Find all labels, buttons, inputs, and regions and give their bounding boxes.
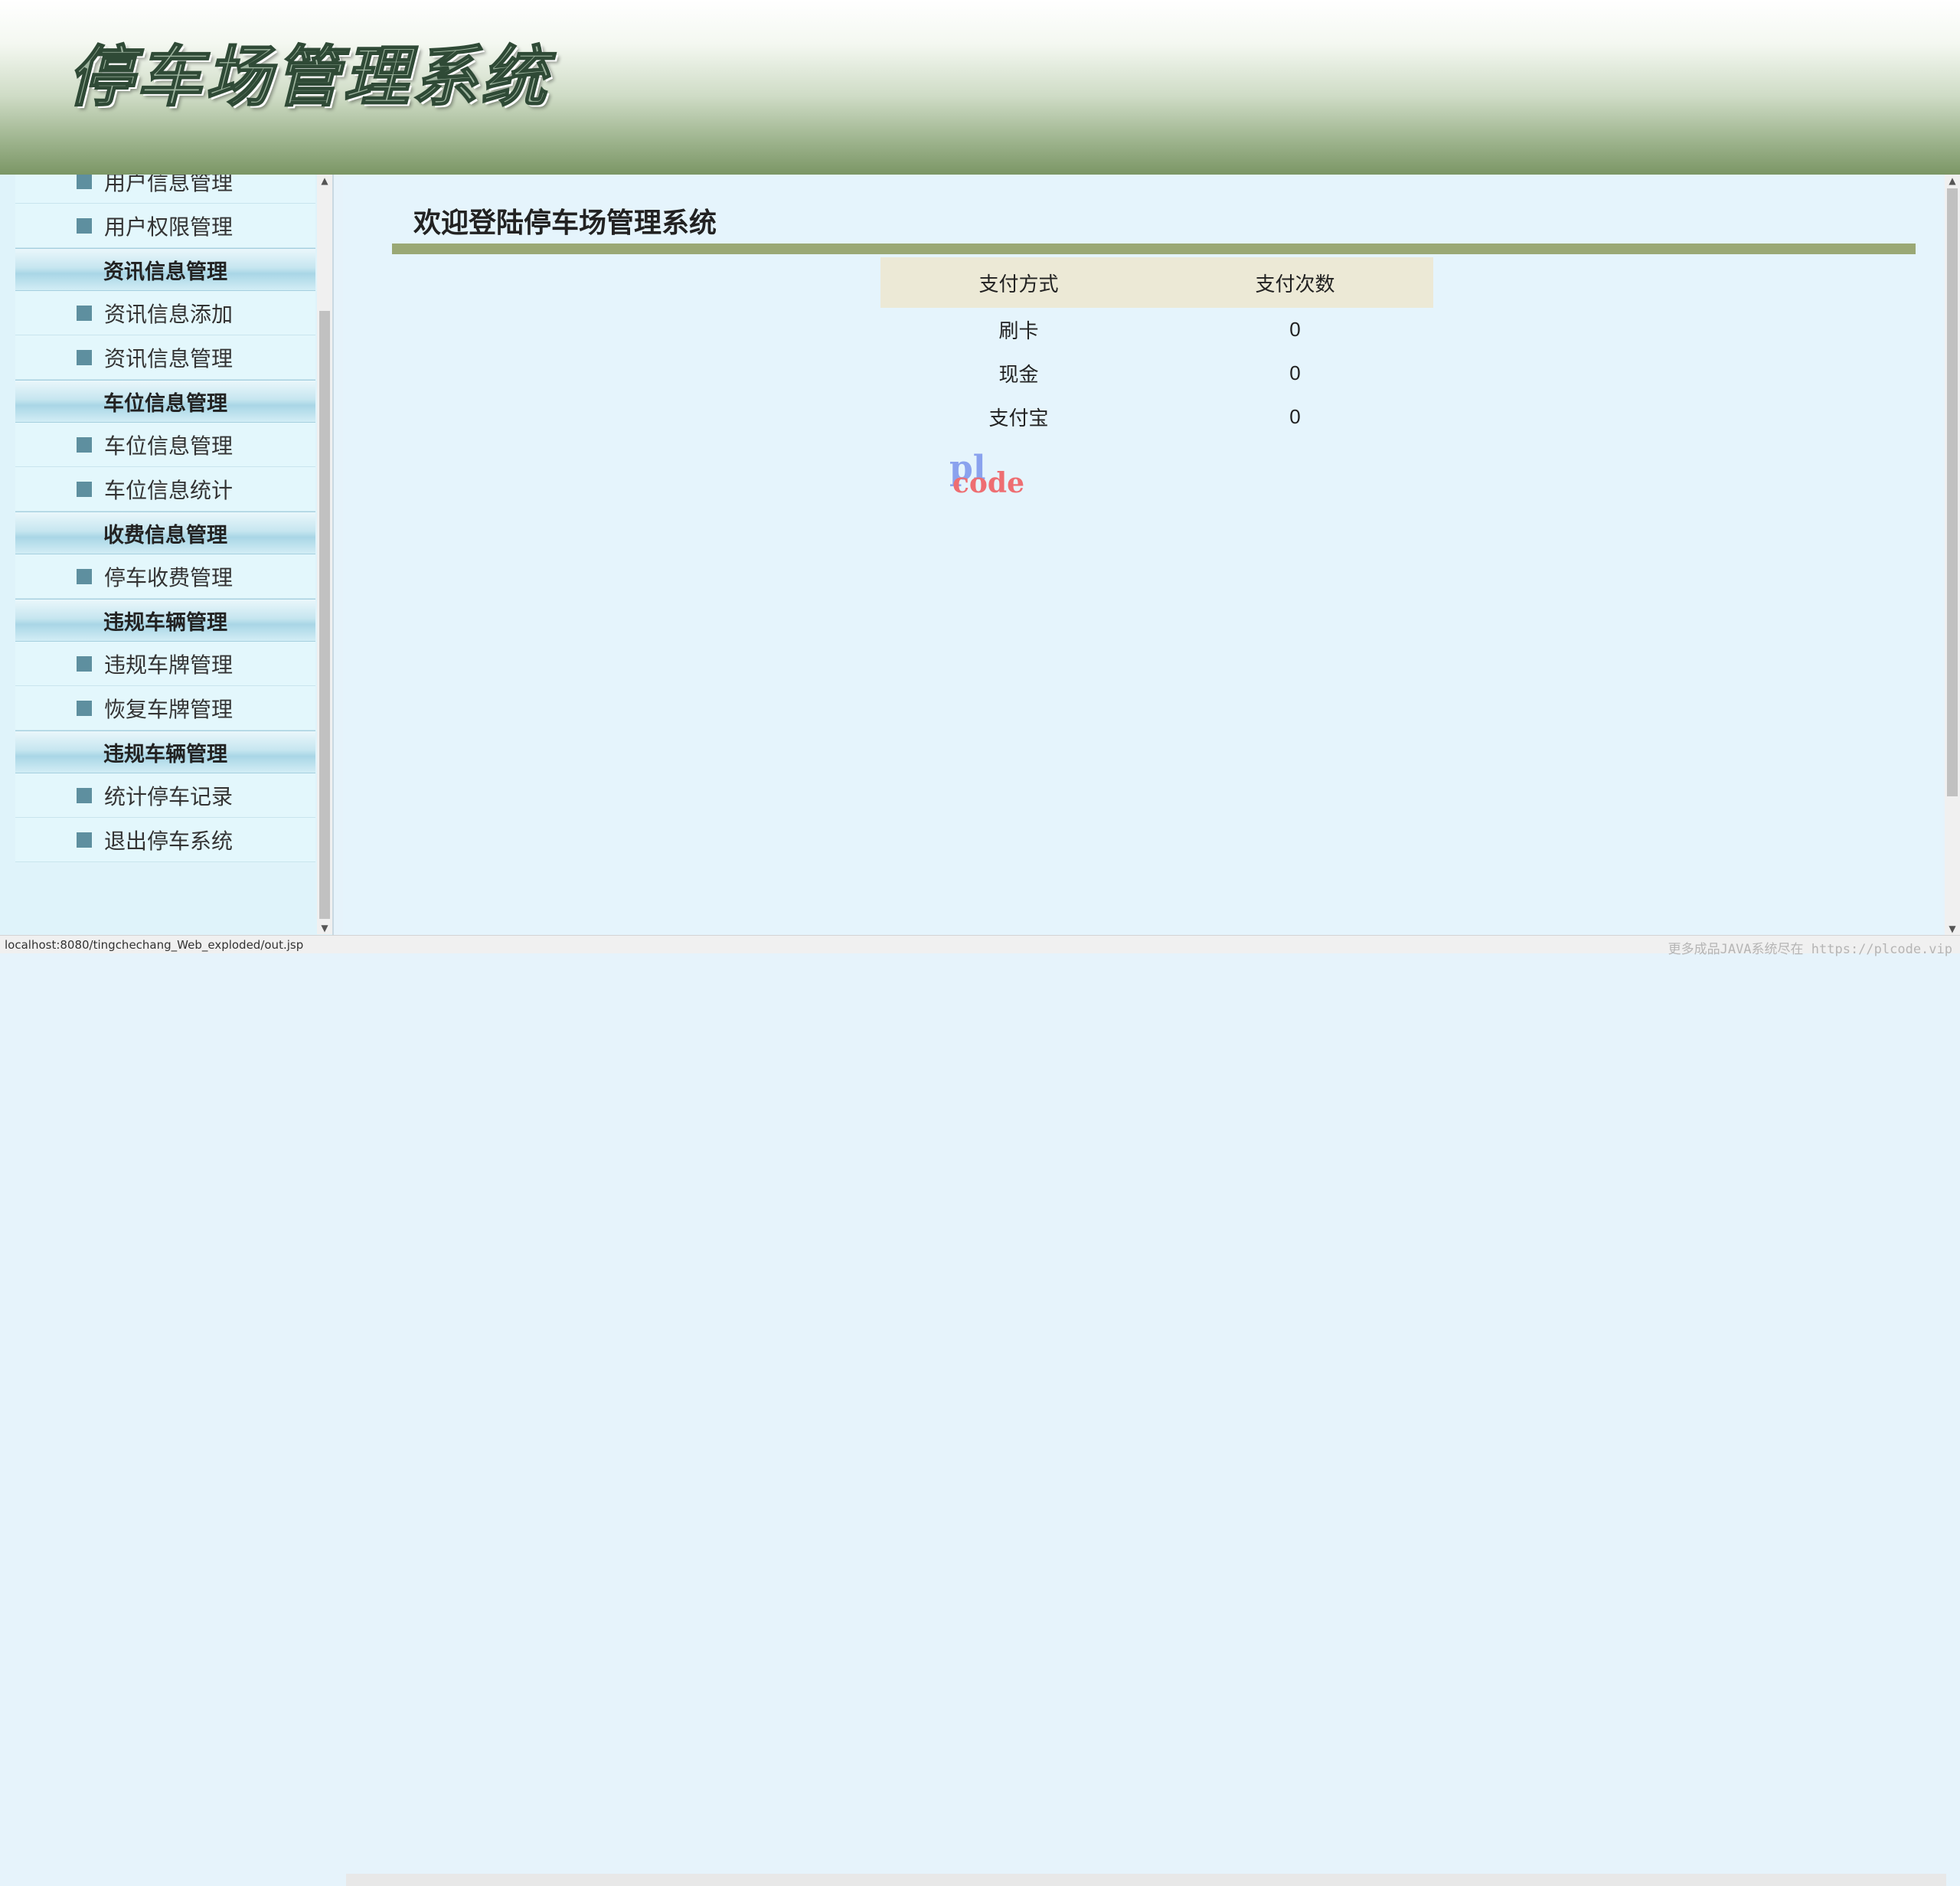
table-row: 刷卡 0: [880, 308, 1433, 351]
title-divider-bar: [392, 244, 1916, 254]
scroll-down-arrow-icon[interactable]: ▼: [317, 922, 332, 934]
square-bullet-icon: [77, 349, 92, 365]
main-content: 欢迎登陆停车场管理系统 支付方式 支付次数 刷卡 0 现金 0 支付宝 0 pl: [343, 175, 1943, 935]
menu-item[interactable]: 资讯信息添加: [15, 291, 315, 335]
menu-item-label: 资讯信息管理: [104, 345, 234, 371]
square-bullet-icon: [77, 655, 92, 672]
menu-list: 用户信息管理 用户权限管理 资讯信息管理 资讯信息添加 资讯信息管理 车位信息管理 车位信息…: [15, 175, 315, 862]
column-header-count: 支付次数: [1157, 257, 1433, 308]
menu-item[interactable]: 恢复车牌管理: [15, 686, 315, 731]
menu-item[interactable]: 统计停车记录: [15, 773, 315, 818]
scroll-down-arrow-icon[interactable]: ▼: [1945, 923, 1960, 935]
menu-item-label: 恢复车牌管理: [104, 696, 234, 722]
menu-group-header[interactable]: 收费信息管理: [15, 512, 315, 554]
menu-item-label: 停车收费管理: [104, 564, 234, 590]
column-header-method: 支付方式: [880, 257, 1157, 308]
menu-item[interactable]: 资讯信息管理: [15, 335, 315, 380]
menu-item-label: 资讯信息添加: [104, 301, 234, 327]
status-url: localhost:8080/tingchechang_Web_exploded…: [5, 938, 304, 952]
watermark-text: 更多成品JAVA系统尽在 https://plcode.vip: [1668, 942, 1952, 957]
square-bullet-icon: [77, 700, 92, 716]
cell-count: 0: [1289, 318, 1301, 341]
menu-item-label: 违规车牌管理: [104, 652, 234, 678]
cell-count: 0: [1289, 361, 1301, 384]
browser-status-bar: localhost:8080/tingchechang_Web_exploded…: [0, 935, 1960, 1886]
menu-item-label: 用户权限管理: [104, 214, 234, 240]
header-banner: 停车场管理系统: [0, 0, 1960, 175]
sidebar-vertical-scrollbar[interactable]: ▲ ▼: [317, 175, 332, 934]
cell-method: 现金: [998, 363, 1039, 386]
square-bullet-icon: [77, 305, 92, 321]
menu-item-label: 车位信息管理: [104, 433, 234, 459]
table-row: 现金 0: [880, 351, 1433, 395]
menu-group-header[interactable]: 违规车辆管理: [15, 731, 315, 773]
square-bullet-icon: [77, 481, 92, 497]
square-bullet-icon: [77, 175, 92, 189]
menu-item-label: 车位信息统计: [104, 477, 234, 503]
menu-item[interactable]: 车位信息统计: [15, 467, 315, 512]
scroll-up-arrow-icon[interactable]: ▲: [317, 175, 332, 187]
main-horizontal-scrollbar[interactable]: [346, 1874, 1946, 1886]
menu-group-header[interactable]: 违规车辆管理: [15, 599, 315, 642]
square-bullet-icon: [77, 832, 92, 848]
app-title: 停车场管理系统: [67, 38, 550, 116]
square-bullet-icon: [77, 217, 92, 234]
square-bullet-icon: [77, 568, 92, 584]
menu-item[interactable]: 车位信息管理: [15, 423, 315, 467]
menu-item[interactable]: 退出停车系统: [15, 818, 315, 862]
logo-text-code: code: [952, 467, 1025, 499]
menu-group-header[interactable]: 资讯信息管理: [15, 248, 315, 291]
cell-method: 刷卡: [998, 319, 1039, 342]
page-title: 欢迎登陆停车场管理系统: [413, 207, 717, 239]
cell-count: 0: [1289, 405, 1301, 428]
menu-item-label: 用户信息管理: [104, 175, 234, 195]
table-header-row: 支付方式 支付次数: [880, 257, 1433, 308]
main-vertical-scrollbar[interactable]: ▲ ▼: [1945, 175, 1960, 935]
cell-method: 支付宝: [988, 407, 1049, 430]
menu-item-label: 退出停车系统: [104, 828, 234, 854]
table-row: 支付宝 0: [880, 395, 1433, 439]
square-bullet-icon: [77, 787, 92, 803]
scroll-up-arrow-icon[interactable]: ▲: [1945, 175, 1960, 187]
menu-item[interactable]: 用户信息管理: [15, 175, 315, 204]
menu-item-label: 统计停车记录: [104, 783, 234, 809]
sidebar-scroll-thumb[interactable]: [319, 311, 330, 919]
menu-item[interactable]: 用户权限管理: [15, 204, 315, 248]
sidebar-menu: 用户信息管理 用户权限管理 资讯信息管理 资讯信息添加 资讯信息管理 车位信息管理 车位信息…: [0, 175, 334, 940]
menu-item[interactable]: 停车收费管理: [15, 554, 315, 599]
main-scroll-thumb[interactable]: [1947, 188, 1958, 796]
square-bullet-icon: [77, 436, 92, 453]
payment-stats-table: 支付方式 支付次数 刷卡 0 现金 0 支付宝 0: [880, 257, 1433, 439]
menu-group-header[interactable]: 车位信息管理: [15, 380, 315, 423]
menu-item[interactable]: 违规车牌管理: [15, 642, 315, 686]
